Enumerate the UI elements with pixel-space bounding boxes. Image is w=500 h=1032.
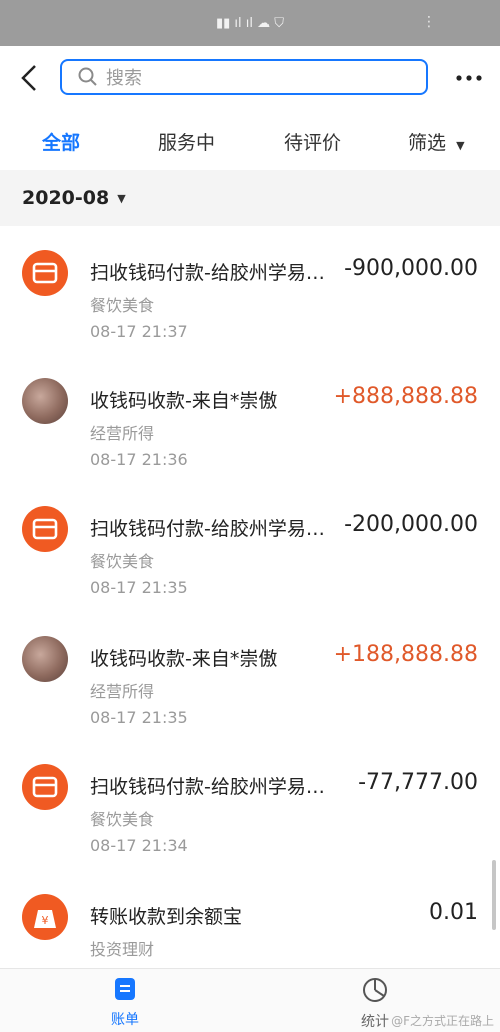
record-amount: +188,888.88: [333, 642, 478, 667]
tab-in-service[interactable]: 服务中: [158, 128, 215, 155]
list-item[interactable]: ¥ 转账收款到余额宝 0.01 投资理财: [0, 872, 500, 968]
list-item[interactable]: 收钱码收款-来自*崇傲 +888,888.88 经营所得 08-17 21:36: [0, 356, 500, 484]
record-amount: 0.01: [429, 900, 478, 925]
svg-text:¥: ¥: [42, 914, 49, 927]
record-title: 扫收钱码付款-给胶州学易…: [90, 518, 325, 540]
record-time: 08-17 21:34: [90, 836, 188, 855]
month-selector[interactable]: 2020-08 ▼: [0, 170, 500, 226]
record-title: 转账收款到余额宝: [90, 906, 243, 928]
month-label: 2020-08: [22, 187, 110, 209]
back-arrow-icon: [21, 65, 36, 91]
nav-bill[interactable]: 账单: [85, 977, 165, 1029]
more-button[interactable]: [452, 64, 486, 92]
caret-down-icon: ▼: [117, 191, 126, 205]
search-input[interactable]: 搜索: [60, 59, 428, 95]
record-title: 收钱码收款-来自*崇傲: [90, 648, 278, 670]
search-icon: [78, 67, 97, 86]
shop-icon: [22, 506, 68, 552]
list-item[interactable]: 收钱码收款-来自*崇傲 +188,888.88 经营所得 08-17 21:35: [0, 614, 500, 742]
record-title: 收钱码收款-来自*崇傲: [90, 390, 278, 412]
header: 搜索: [0, 46, 500, 110]
pie-chart-icon: [363, 978, 387, 1002]
record-category: 餐饮美食: [90, 810, 155, 829]
record-category: 经营所得: [90, 424, 155, 443]
list-item[interactable]: 扫收钱码付款-给胶州学易… -200,000.00 餐饮美食 08-17 21:…: [0, 484, 500, 612]
record-category: 投资理财: [90, 940, 155, 959]
record-time: 08-17 21:36: [90, 450, 188, 469]
shop-icon: [22, 250, 68, 296]
more-dots-icon: [456, 75, 482, 81]
list-item[interactable]: 扫收钱码付款-给胶州学易… -900,000.00 餐饮美食 08-17 21:…: [0, 228, 500, 356]
record-amount: -200,000.00: [344, 512, 478, 537]
tab-filter-label: 筛选: [408, 132, 447, 154]
tab-to-review[interactable]: 待评价: [284, 128, 341, 155]
yuebao-icon: ¥: [22, 894, 68, 940]
record-category: 经营所得: [90, 682, 155, 701]
filter-tabs: 全部 服务中 待评价 筛选 ▼: [0, 112, 500, 168]
record-title: 扫收钱码付款-给胶州学易…: [90, 776, 325, 798]
user-photo: [22, 636, 68, 682]
shop-icon: [22, 764, 68, 810]
record-amount: -77,777.00: [358, 770, 478, 795]
tab-all[interactable]: 全部: [42, 128, 80, 155]
record-time: 08-17 21:35: [90, 708, 188, 727]
record-time: 08-17 21:35: [90, 578, 188, 597]
signal-icons: ▮▮ ıl ıl ☁ ⛉: [215, 15, 285, 31]
user-photo: [22, 378, 68, 424]
record-title: 扫收钱码付款-给胶州学易…: [90, 262, 325, 284]
watermark: @F之方式正在路上: [391, 1014, 494, 1028]
list-item[interactable]: 扫收钱码付款-给胶州学易… -77,777.00 餐饮美食 08-17 21:3…: [0, 742, 500, 870]
record-time: 08-17 21:37: [90, 322, 188, 341]
caret-down-icon: ▼: [456, 139, 465, 152]
scrollbar[interactable]: [492, 860, 496, 930]
nav-bill-label: 账单: [111, 1012, 139, 1028]
back-button[interactable]: [6, 46, 52, 110]
status-dots: ⋮: [422, 14, 440, 30]
tab-filter[interactable]: 筛选 ▼: [408, 128, 465, 155]
record-amount: -900,000.00: [344, 256, 478, 281]
bill-icon: [115, 978, 135, 1000]
record-amount: +888,888.88: [333, 384, 478, 409]
status-bar: ▮▮ ıl ıl ☁ ⛉ ⋮: [0, 0, 500, 46]
record-category: 餐饮美食: [90, 552, 155, 571]
search-placeholder: 搜索: [106, 68, 142, 89]
record-category: 餐饮美食: [90, 296, 155, 315]
